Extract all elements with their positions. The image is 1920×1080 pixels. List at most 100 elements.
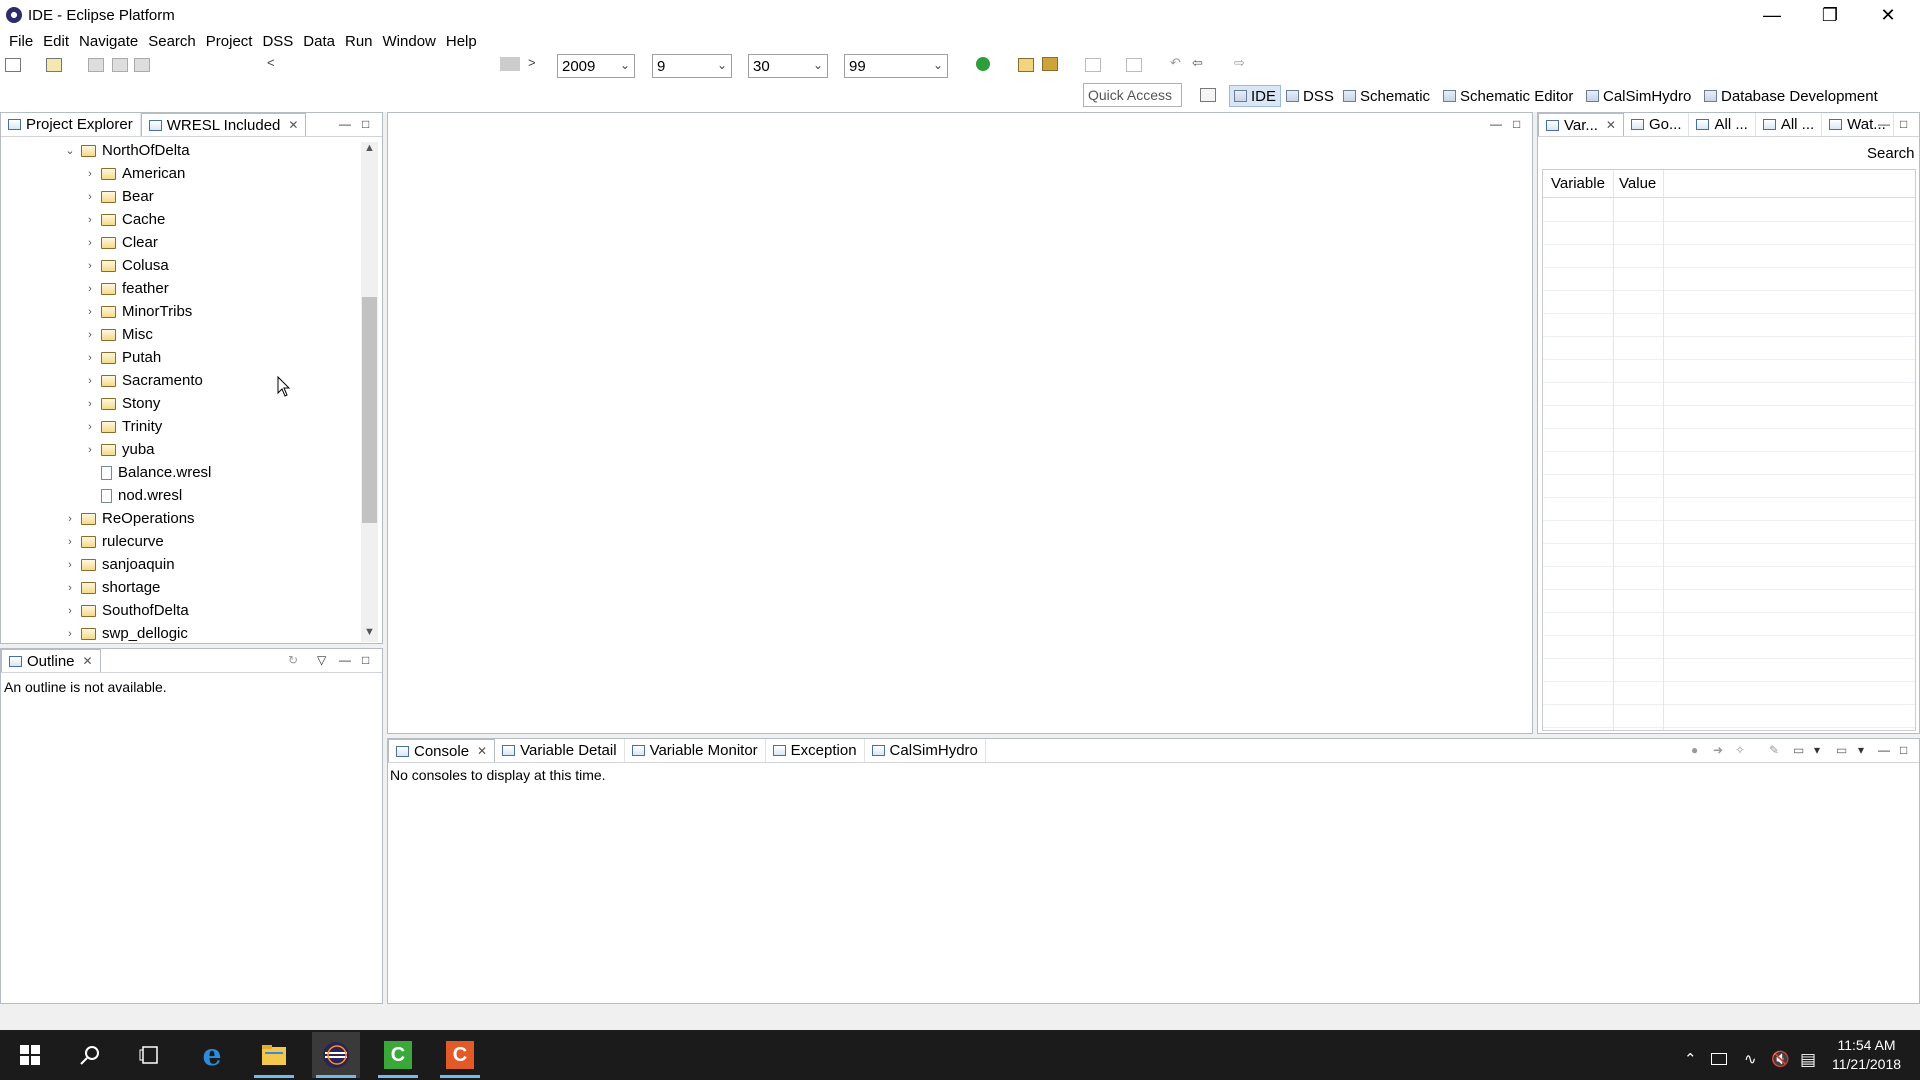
year-combo[interactable]: 2009 ⌄ <box>557 54 635 78</box>
minimize-view-icon[interactable]: — <box>339 117 351 131</box>
chevron-right-icon[interactable]: › <box>63 559 77 571</box>
tree-item[interactable]: › Clear <box>83 231 158 254</box>
chevron-right-icon[interactable]: › <box>63 628 77 640</box>
chevron-right-icon[interactable]: › <box>83 168 97 180</box>
menu-search[interactable]: Search <box>143 33 201 50</box>
open-perspective-icon[interactable] <box>1200 88 1216 102</box>
chevron-right-icon[interactable]: › <box>83 444 97 456</box>
tree-item[interactable]: › Misc <box>83 323 153 346</box>
maximize-view-icon[interactable]: □ <box>1900 117 1907 131</box>
tree-item[interactable]: › sanjoaquin <box>63 553 174 576</box>
tree-item[interactable]: › swp_dellogic <box>63 622 188 645</box>
chevron-right-icon[interactable]: › <box>63 513 77 525</box>
new-icon[interactable] <box>5 58 21 72</box>
minimize-view-icon[interactable]: — <box>1878 117 1890 131</box>
volume-muted-icon[interactable]: 🔇 <box>1771 1050 1790 1068</box>
chevron-right-icon[interactable]: › <box>83 352 97 364</box>
menu-navigate[interactable]: Navigate <box>74 33 143 50</box>
chevron-down-icon[interactable]: ▾ <box>1814 743 1820 757</box>
menu-help[interactable]: Help <box>441 33 482 50</box>
scrollbar-thumb[interactable] <box>362 297 377 523</box>
menu-run[interactable]: Run <box>340 33 378 50</box>
save-all-icon[interactable] <box>112 58 128 72</box>
chevron-right-icon[interactable]: › <box>63 605 77 617</box>
maximize-view-icon[interactable]: □ <box>362 653 369 667</box>
column-value[interactable]: Value <box>1619 175 1656 192</box>
search-button[interactable] <box>66 1032 114 1078</box>
taskbar-edge[interactable]: e <box>188 1032 236 1078</box>
minimize-view-icon[interactable]: — <box>1878 743 1890 757</box>
tree-item[interactable]: › Putah <box>83 346 161 369</box>
perspective-dss[interactable]: DSS <box>1286 85 1334 107</box>
tree-item[interactable]: › yuba <box>83 438 154 461</box>
menu-window[interactable]: Window <box>378 33 441 50</box>
taskbar-clock[interactable]: 11:54 AM 11/21/2018 <box>1832 1036 1901 1074</box>
start-button[interactable] <box>6 1032 54 1078</box>
tab-goals[interactable]: Go... <box>1624 113 1690 136</box>
maximize-view-icon[interactable]: □ <box>1900 743 1907 757</box>
close-button[interactable]: ✕ <box>1859 0 1917 30</box>
open-type-icon[interactable] <box>46 58 62 72</box>
tree-item[interactable]: Balance.wresl <box>83 461 211 484</box>
quick-access-input[interactable]: Quick Access <box>1083 83 1182 107</box>
chevron-up-icon[interactable]: ⌃ <box>1684 1050 1697 1068</box>
tab-project-explorer[interactable]: Project Explorer <box>1 113 141 136</box>
tree-item[interactable]: › SouthofDelta <box>63 599 189 622</box>
column-variable[interactable]: Variable <box>1551 175 1605 192</box>
battery-icon[interactable] <box>1711 1053 1727 1065</box>
tree-item[interactable]: › rulecurve <box>63 530 164 553</box>
chevron-right-icon[interactable]: › <box>63 582 77 594</box>
forward-icon[interactable]: ⇨ <box>1234 55 1245 71</box>
month-combo[interactable]: 9 ⌄ <box>652 54 732 78</box>
tools-icon[interactable] <box>1042 57 1058 71</box>
menu-edit[interactable]: Edit <box>38 33 74 50</box>
tree-item[interactable]: nod.wresl <box>83 484 182 507</box>
tab-variable-detail[interactable]: Variable Detail <box>495 739 625 762</box>
sync-icon[interactable]: ↻ <box>288 653 298 667</box>
tab-exception[interactable]: Exception <box>766 739 865 762</box>
tree-item[interactable]: › ReOperations <box>63 507 194 530</box>
tree-item[interactable]: › Cache <box>83 208 165 231</box>
tree-item[interactable]: › Colusa <box>83 254 169 277</box>
display-console-icon[interactable]: ▭ <box>1793 743 1804 757</box>
tree-item[interactable]: › MinorTribs <box>83 300 192 323</box>
tab-all-goals[interactable]: All ... <box>1756 113 1823 136</box>
terminate-icon[interactable]: ● <box>1691 743 1698 757</box>
tree-item[interactable]: › shortage <box>63 576 160 599</box>
tree-item[interactable]: ⌄ NorthOfDelta <box>63 139 189 162</box>
perspective-database-development[interactable]: Database Development <box>1704 85 1878 107</box>
taskbar-file-explorer[interactable] <box>250 1032 298 1078</box>
scroll-right-icon[interactable]: > <box>528 55 536 70</box>
chevron-right-icon[interactable]: › <box>83 421 97 433</box>
scroll-left-icon[interactable]: < <box>267 55 275 70</box>
tab-calsimhydro[interactable]: CalSimHydro <box>865 739 986 762</box>
notifications-icon[interactable]: ▤ <box>1800 1050 1816 1070</box>
view-menu-icon[interactable]: ▽ <box>317 653 326 667</box>
close-icon[interactable]: ✕ <box>288 118 298 132</box>
maximize-editor-icon[interactable]: □ <box>1513 117 1520 131</box>
chevron-right-icon[interactable]: › <box>83 237 97 249</box>
stop-icon[interactable] <box>500 57 520 71</box>
menu-dss[interactable]: DSS <box>257 33 298 50</box>
chevron-right-icon[interactable]: › <box>83 375 97 387</box>
next-annotation-icon[interactable] <box>1085 58 1101 72</box>
remove-all-icon[interactable]: ✧ <box>1735 743 1745 757</box>
menu-file[interactable]: File <box>4 33 38 50</box>
maximize-view-icon[interactable]: □ <box>362 117 369 131</box>
perspective-calsimhydro[interactable]: CalSimHydro <box>1586 85 1691 107</box>
tab-console[interactable]: Console ✕ <box>388 739 496 762</box>
chevron-right-icon[interactable]: › <box>83 260 97 272</box>
day-combo[interactable]: 30 ⌄ <box>748 54 828 78</box>
tree-item[interactable]: › Bear <box>83 185 154 208</box>
close-icon[interactable]: ✕ <box>1606 118 1616 132</box>
chevron-right-icon[interactable]: › <box>83 191 97 203</box>
taskbar-app-red[interactable]: C <box>436 1032 484 1078</box>
tab-wresl-included[interactable]: WRESL Included ✕ <box>140 113 307 136</box>
tree-item[interactable]: › Sacramento <box>83 369 203 392</box>
cycle-combo[interactable]: 99 ⌄ <box>844 54 948 78</box>
chevron-right-icon[interactable]: › <box>83 329 97 341</box>
tree-item[interactable]: › Trinity <box>83 415 162 438</box>
last-edit-icon[interactable]: ↶ <box>1170 55 1181 71</box>
menu-data[interactable]: Data <box>298 33 340 50</box>
open-console-icon[interactable]: ▭ <box>1836 743 1847 757</box>
